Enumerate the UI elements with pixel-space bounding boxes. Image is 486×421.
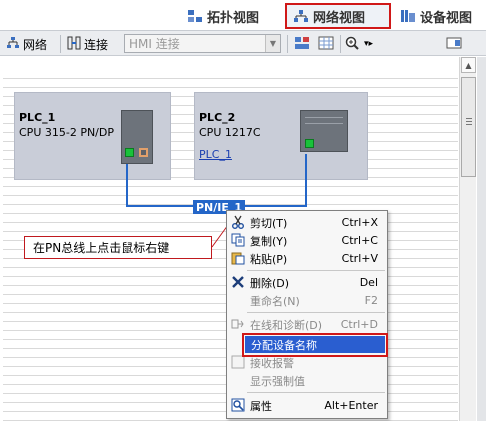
relations-icon — [294, 36, 310, 53]
menu-item-copy[interactable]: 复制(Y) Ctrl+C — [228, 232, 386, 249]
zoom-button[interactable]: ▾▸ — [345, 34, 373, 54]
checkbox-icon[interactable] — [231, 355, 245, 369]
table-icon — [318, 36, 334, 53]
canvas-header-band — [3, 57, 458, 71]
menu-item-label: 显示强制值 — [250, 374, 305, 388]
tab-topology-view[interactable]: 拓扑视图 — [181, 4, 281, 28]
menu-item-label: 重命名(N) — [250, 294, 300, 308]
network-mode-icon — [6, 36, 20, 53]
tab-network-view[interactable]: 网络视图 — [285, 3, 391, 29]
menu-item-paste[interactable]: 粘贴(P) Ctrl+V — [228, 250, 386, 267]
toolbar-divider — [287, 35, 288, 53]
menu-item-label: 复制(Y) — [250, 234, 288, 248]
view-tab-bar: 拓扑视图 网络视图 设备视图 — [0, 0, 486, 30]
table-view-button[interactable] — [318, 34, 334, 54]
connection-type-select[interactable]: HMI 连接 ▼ — [124, 34, 281, 53]
tab-topology-label: 拓扑视图 — [207, 10, 260, 26]
chevron-down-icon[interactable]: ▼ — [265, 35, 280, 52]
context-menu: 剪切(T) Ctrl+X 复制(Y) Ctrl+C 粘贴(P) Ctrl+V 删… — [226, 210, 388, 419]
menu-item-label: 在线和诊断(D) — [250, 318, 323, 332]
menu-item-online-diagnostics[interactable]: 在线和诊断(D) Ctrl+D — [228, 316, 386, 333]
online-diagnostics-icon — [231, 317, 245, 331]
highlight-frame — [242, 333, 388, 357]
menu-item-delete[interactable]: 删除(D) Del — [228, 274, 386, 291]
network-mode-label: 网络 — [23, 37, 48, 52]
zoom-dropdown-icon[interactable]: ▾▸ — [364, 39, 373, 49]
relations-button[interactable] — [294, 34, 310, 54]
menu-item-show-forced-values[interactable]: 显示强制值 — [228, 372, 386, 389]
status-led-icon — [125, 148, 134, 157]
connection-type-value: HMI 连接 — [129, 37, 180, 51]
menu-item-shortcut: Alt+Enter — [324, 399, 378, 412]
menu-item-label: 剪切(T) — [250, 216, 288, 230]
topology-icon — [187, 9, 203, 23]
panel-toggle-button[interactable] — [446, 34, 462, 54]
cpu-module-icon — [300, 110, 348, 152]
instruction-text: 在PN总线上点击鼠标右键 — [33, 241, 170, 255]
status-led-icon — [305, 139, 314, 148]
menu-item-cut[interactable]: 剪切(T) Ctrl+X — [228, 214, 386, 231]
device-type: CPU 315-2 PN/DP — [19, 126, 114, 139]
device-name: PLC_1 — [19, 111, 56, 124]
device-type: CPU 1217C — [199, 126, 261, 139]
connect-icon — [67, 36, 81, 53]
menu-separator — [247, 270, 385, 271]
tab-network-label: 网络视图 — [313, 10, 366, 26]
menu-item-shortcut: Ctrl+X — [341, 216, 378, 229]
scroll-up-icon[interactable]: ▲ — [461, 57, 476, 73]
copy-icon — [231, 233, 245, 247]
scroll-thumb[interactable] — [461, 77, 476, 177]
connect-mode-label: 连接 — [84, 37, 109, 52]
menu-separator — [247, 392, 385, 393]
instruction-callout: 在PN总线上点击鼠标右键 — [24, 236, 212, 259]
menu-item-properties[interactable]: 属性 Alt+Enter — [228, 397, 386, 414]
vertical-scrollbar[interactable]: ▲ — [459, 57, 476, 421]
menu-item-shortcut: Ctrl+D — [340, 318, 378, 331]
master-plc-link[interactable]: PLC_1 — [199, 148, 232, 161]
menu-item-shortcut: F2 — [364, 294, 378, 307]
cpu-module-icon — [121, 110, 153, 164]
network-toolbar: 网络 连接 HMI 连接 ▼ ▾▸ — [0, 30, 486, 56]
toolbar-divider — [340, 35, 341, 53]
network-mode-button[interactable]: 网络 — [6, 34, 47, 54]
tab-device-view[interactable]: 设备视图 — [394, 4, 486, 28]
network-icon — [293, 9, 309, 23]
ethernet-port-icon — [139, 148, 148, 157]
menu-item-rename[interactable]: 重命名(N) F2 — [228, 292, 386, 309]
panel-icon — [446, 36, 462, 53]
menu-item-label: 粘贴(P) — [250, 252, 288, 266]
menu-item-shortcut: Ctrl+C — [341, 234, 378, 247]
scissors-icon — [231, 215, 245, 229]
zoom-icon — [345, 36, 361, 53]
menu-item-shortcut: Del — [359, 276, 378, 289]
menu-item-shortcut: Ctrl+V — [341, 252, 378, 265]
tab-device-label: 设备视图 — [420, 10, 473, 26]
menu-item-label: 属性 — [250, 399, 272, 413]
menu-separator — [247, 312, 385, 313]
device-plc-2[interactable]: PLC_2 CPU 1217C PLC_1 — [194, 92, 368, 180]
menu-item-label: 删除(D) — [250, 276, 290, 290]
properties-icon — [231, 398, 245, 412]
side-panel-edge — [477, 57, 486, 421]
device-icon — [400, 9, 416, 23]
paste-icon — [231, 251, 245, 265]
delete-icon — [231, 275, 245, 289]
connect-mode-button[interactable]: 连接 — [67, 34, 108, 54]
toolbar-divider — [60, 35, 61, 53]
device-plc-1[interactable]: PLC_1 CPU 315-2 PN/DP — [14, 92, 171, 180]
device-name: PLC_2 — [199, 111, 236, 124]
